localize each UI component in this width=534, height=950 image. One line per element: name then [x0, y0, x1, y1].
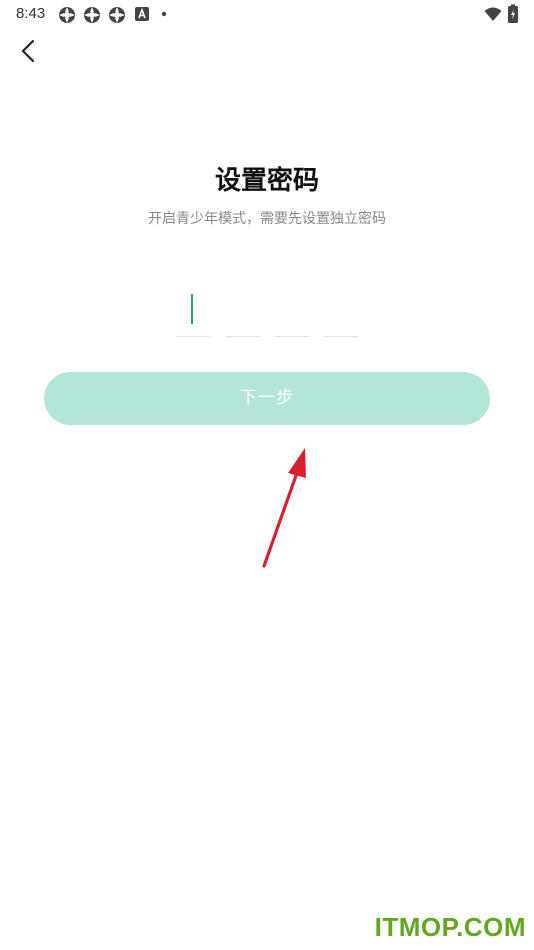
page-subtitle: 开启青少年模式，需要先设置独立密码 — [148, 211, 386, 227]
pin-slot-3[interactable] — [275, 288, 309, 337]
app-notification-icon — [84, 7, 100, 23]
text-cursor — [191, 294, 193, 324]
chevron-left-icon — [21, 39, 35, 63]
back-button[interactable] — [14, 36, 44, 66]
pin-slot-2[interactable] — [226, 288, 260, 337]
status-time: 8:43 — [16, 5, 46, 22]
app-notification-icon — [109, 7, 125, 23]
annotation-arrow-icon — [262, 448, 306, 568]
battery-icon — [508, 4, 518, 23]
wifi-icon — [484, 7, 502, 21]
a-notification-icon — [135, 7, 149, 21]
dot-indicator-icon — [161, 11, 167, 17]
next-step-button[interactable]: 下一步 — [44, 372, 490, 425]
watermark: ITMOP.COM — [374, 912, 526, 942]
app-notification-icon — [59, 7, 75, 23]
pin-slot-4[interactable] — [324, 288, 358, 337]
pin-input[interactable] — [176, 288, 366, 338]
status-bar: 8:43 — [0, 0, 534, 28]
page-title: 设置密码 — [214, 166, 319, 196]
pin-slot-1[interactable] — [176, 288, 210, 337]
